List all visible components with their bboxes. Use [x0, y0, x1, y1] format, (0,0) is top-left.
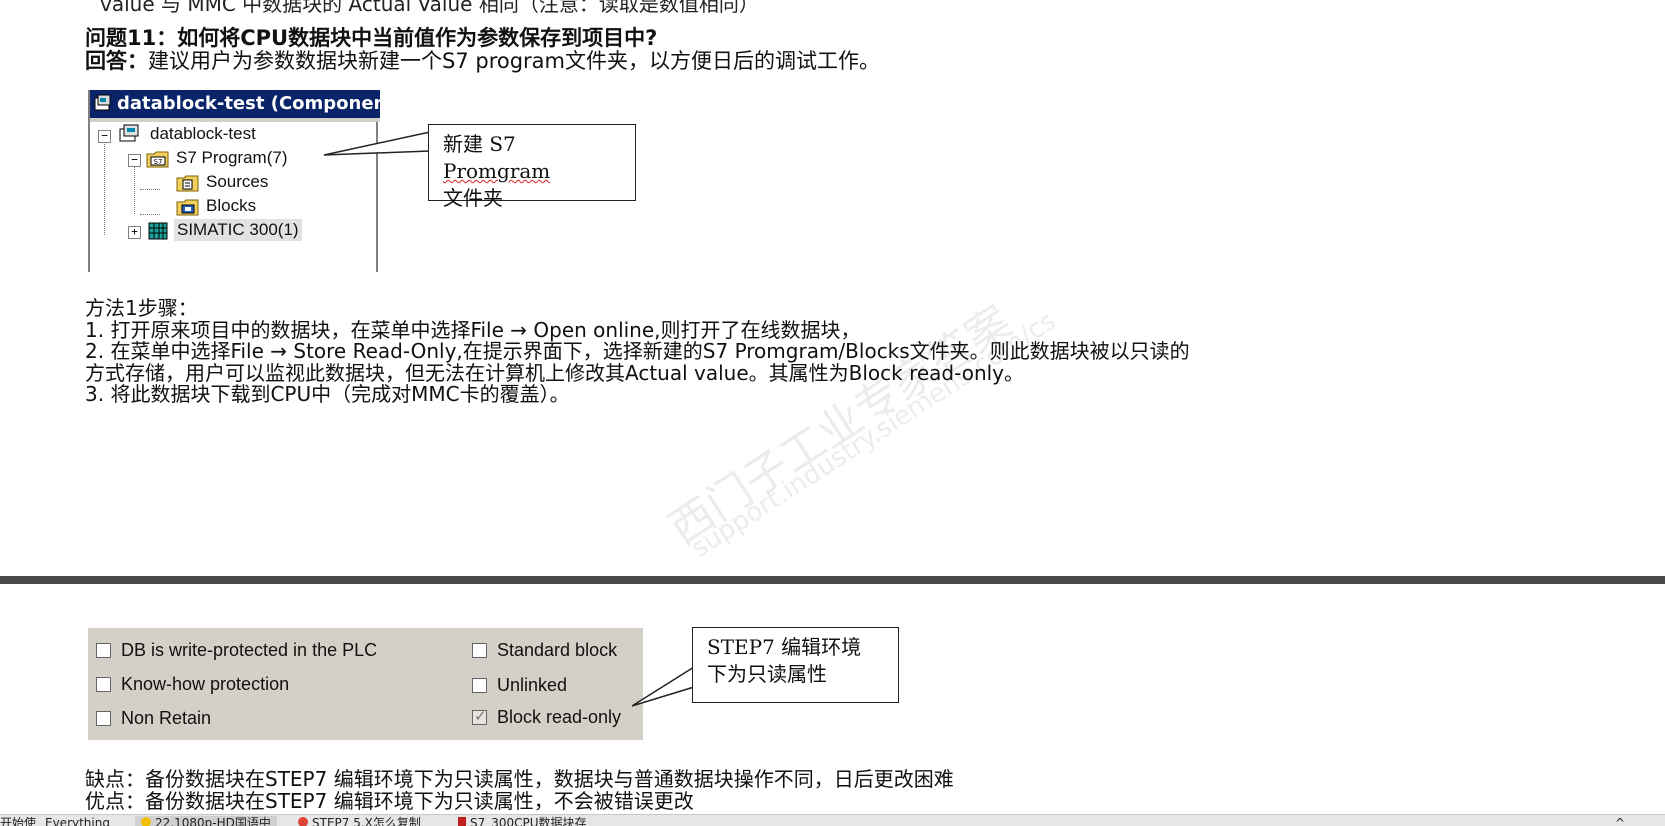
- checkbox-standard-block[interactable]: Standard block: [472, 640, 617, 661]
- checkbox-label: Non Retain: [121, 708, 212, 728]
- callout-line-2: 文件夹: [443, 186, 503, 210]
- tree-connector: [140, 214, 160, 215]
- callout-pointer: [323, 131, 431, 156]
- s7-program-icon: S7: [146, 151, 169, 168]
- callout-new-program: 新建 S7 Promgram 文件夹: [428, 124, 636, 210]
- block-properties-panel: DB is write-protected in the PLC Know-ho…: [88, 628, 643, 740]
- steps-title: 方法1步骤：: [85, 296, 198, 320]
- pros-line: 优点：备份数据块在STEP7 编辑环境下为只读属性，不会被错误更改: [85, 789, 694, 813]
- answer-line: 回答：建议用户为参数数据块新建一个S7 program文件夹，以方便日后的调试工…: [85, 45, 880, 75]
- tree-connector: [104, 141, 105, 235]
- checkbox-box[interactable]: [472, 643, 487, 658]
- tree-node-blocks[interactable]: Blocks: [206, 196, 256, 216]
- cut-off-text-line: value 与 MMC 中数据块的 Actual Value 相同（注意：读取是…: [100, 0, 759, 16]
- project-icon: [94, 94, 111, 111]
- checkbox-box[interactable]: [96, 677, 111, 692]
- callout-line-1: 新建 S7 Promgram: [443, 131, 621, 185]
- answer-label: 回答：: [85, 49, 148, 73]
- simatic-station-icon: [148, 222, 168, 240]
- checkbox-label: Know-how protection: [121, 674, 290, 694]
- blocks-folder-icon: [176, 199, 199, 216]
- checkbox-write-protected[interactable]: DB is write-protected in the PLC: [96, 640, 377, 661]
- taskbar: 开始使 Everything 22.1080p-HD国语中 STEP7 5.X怎…: [0, 814, 1665, 826]
- svg-text:S7: S7: [154, 158, 163, 166]
- tree-node-datablock-test[interactable]: datablock-test: [150, 124, 256, 144]
- callout-line-1: STEP7 编辑环境: [707, 635, 862, 659]
- tree-node-sources[interactable]: Sources: [206, 172, 268, 192]
- checkbox-box[interactable]: [472, 678, 487, 693]
- tree-connector: [134, 166, 135, 214]
- page-divider: [0, 576, 1665, 584]
- answer-text: 建议用户为参数数据块新建一个S7 program文件夹，以方便日后的调试工作。: [148, 49, 881, 73]
- checkbox-label: Block read-only: [497, 707, 622, 727]
- step-3: 3. 将此数据块下载到CPU中（完成对MMC卡的覆盖）。: [85, 382, 570, 406]
- expand-station-icon[interactable]: +: [128, 226, 141, 239]
- checkbox-box[interactable]: [96, 643, 111, 658]
- tree-node-s7-program[interactable]: S7 Program(7): [176, 148, 287, 168]
- checkbox-unlinked[interactable]: Unlinked: [472, 675, 567, 696]
- component-view-window: datablock-test (Component v − datablock-…: [88, 90, 380, 272]
- checkbox-block-read-only[interactable]: Block read-only: [472, 707, 621, 728]
- tree-node-simatic-300[interactable]: SIMATIC 300(1): [174, 219, 302, 241]
- sources-folder-icon: [176, 175, 199, 192]
- collapse-root-icon[interactable]: −: [98, 130, 111, 143]
- checkbox-non-retain[interactable]: Non Retain: [96, 708, 211, 729]
- tree-connector: [140, 189, 160, 190]
- checkbox-label: Standard block: [497, 640, 618, 660]
- checkbox-know-how[interactable]: Know-how protection: [96, 674, 289, 695]
- window-title: datablock-test (Component v: [117, 93, 380, 114]
- step-2-continued: 方式存储，用户可以监视此数据块，但无法在计算机上修改其Actual value。…: [85, 360, 1025, 385]
- callout-underlined-word: Promgram: [443, 159, 551, 183]
- window-title-bar: datablock-test (Component v: [90, 90, 380, 118]
- callout-read-only: STEP7 编辑环境 下为只读属性: [692, 627, 899, 703]
- checkbox-box[interactable]: [96, 711, 111, 726]
- project-icon: [119, 124, 139, 142]
- checkbox-box-checked[interactable]: [472, 707, 487, 725]
- callout-text: 新建 S7: [443, 132, 516, 156]
- callout-pointer: [631, 666, 695, 707]
- checkbox-label: DB is write-protected in the PLC: [121, 640, 378, 660]
- callout-line-2: 下为只读属性: [707, 662, 827, 686]
- checkbox-label: Unlinked: [497, 675, 568, 695]
- collapse-program-icon[interactable]: −: [128, 154, 141, 167]
